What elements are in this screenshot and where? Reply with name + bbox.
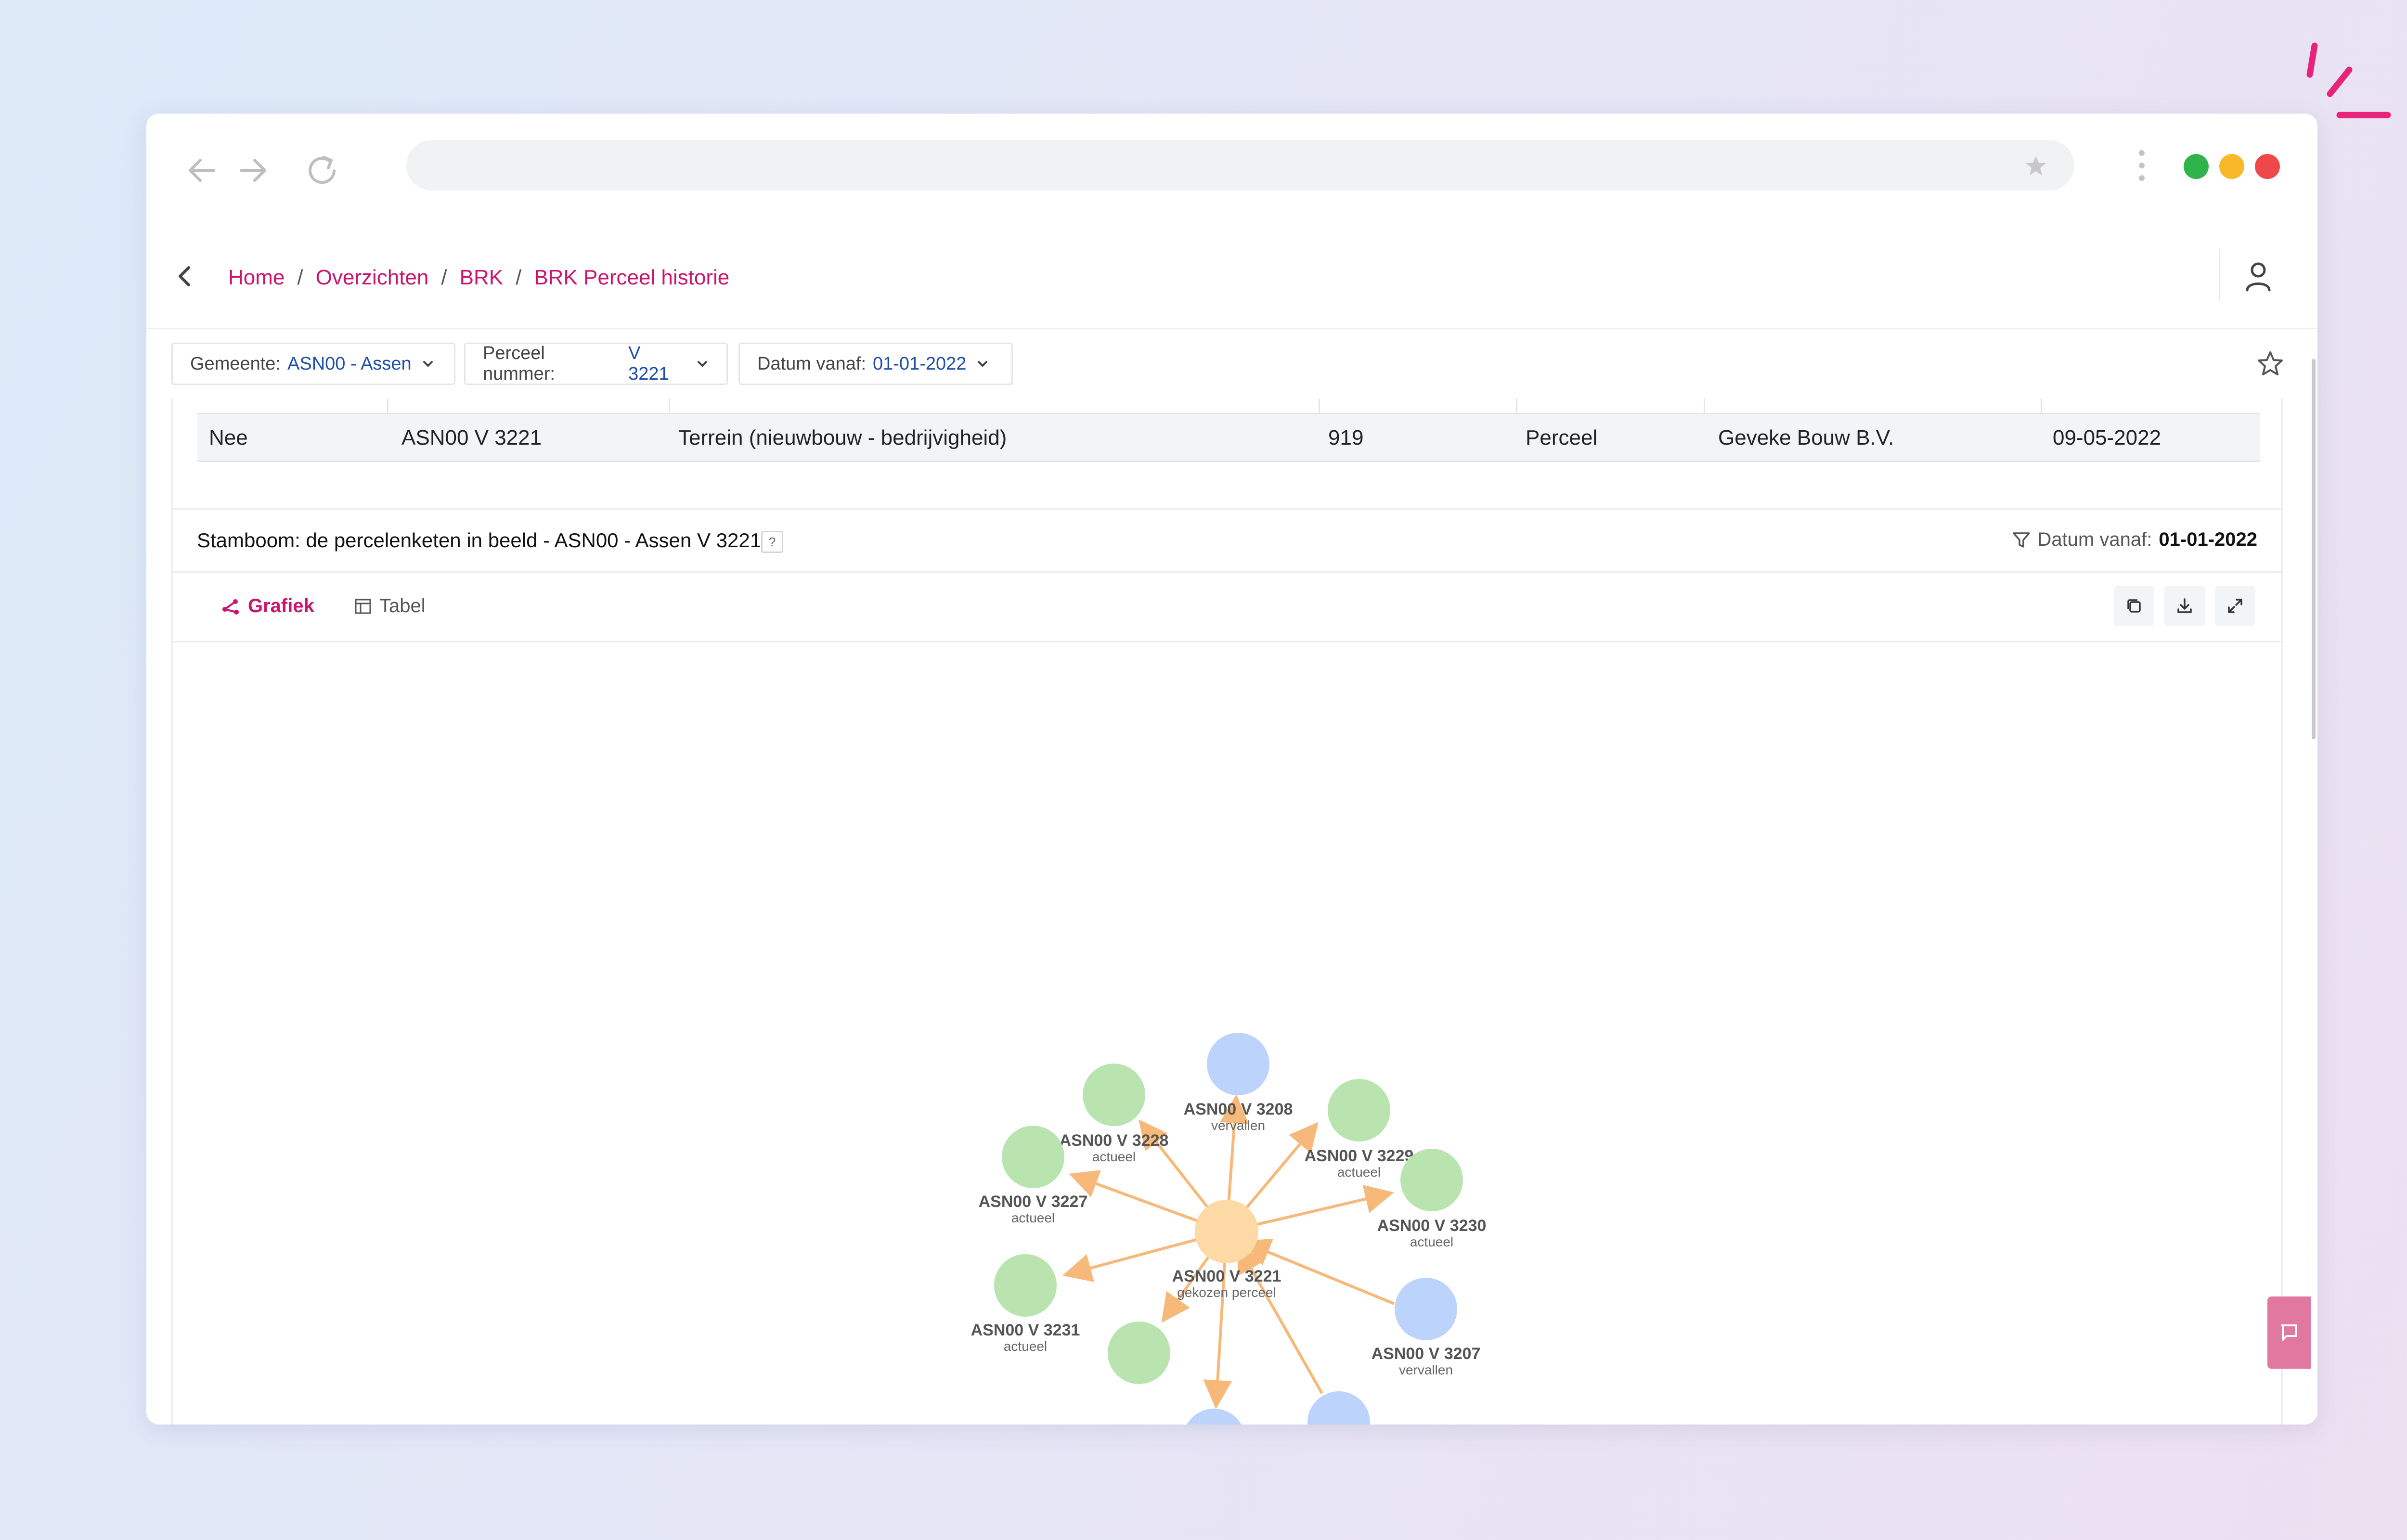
funnel-icon (2012, 532, 2030, 548)
tab-label: Tabel (379, 595, 426, 616)
stamboom-card: Stamboom: de percelenketen in beeld - AS… (171, 508, 2283, 1424)
help-button[interactable]: ? (761, 531, 783, 553)
node-name: ASN00 V 3207 (1372, 1345, 1481, 1363)
arrow-right-icon (240, 159, 266, 182)
scrollbar[interactable] (2312, 359, 2316, 739)
browser-menu-button[interactable] (2132, 143, 2151, 192)
tab-label: Grafiek (248, 595, 314, 616)
filter-label: Gemeente: (190, 353, 281, 374)
node-name: ASN00 V 3230 (1377, 1217, 1487, 1235)
graph-node-3231[interactable]: ASN00 V 3231 actueel (971, 1254, 1080, 1354)
breadcrumb-separator: / (441, 266, 447, 289)
table-cell: Perceel (1526, 426, 1598, 449)
favorite-star-icon[interactable] (2256, 349, 2285, 378)
expand-icon (2228, 599, 2242, 613)
node-status: vervallen (1399, 1362, 1453, 1377)
graph-node-partial[interactable] (1108, 1322, 1370, 1424)
filter-perceel-nummer[interactable]: Perceel nummer: V 3221 (464, 343, 728, 385)
table-row[interactable]: Nee ASN00 V 3221 Terrein (nieuwbouw - be… (197, 413, 2260, 462)
chat-icon (2281, 1324, 2297, 1341)
copy-icon (2127, 599, 2141, 613)
browser-window: Home / Overzichten / BRK / BRK Perceel h… (146, 114, 2317, 1424)
node-status: actueel (1011, 1210, 1055, 1225)
chat-button[interactable] (2267, 1296, 2311, 1369)
breadcrumb-separator: / (297, 266, 303, 289)
table-cell: 919 (1328, 426, 1364, 449)
chevron-left-icon[interactable] (170, 262, 199, 291)
filter-value: 01-01-2022 (873, 353, 967, 374)
forward-button[interactable] (229, 146, 277, 194)
breadcrumb-brk[interactable]: BRK (460, 266, 503, 290)
graph-node-3228[interactable]: ASN00 V 3228 actueel (1060, 1064, 1169, 1164)
table-cell: Nee (209, 426, 248, 449)
stamboom-graph: ASN00 V 3208 vervallen ASN00 V 3229 actu… (971, 1033, 1487, 1424)
sparkle-decoration-icon (2306, 42, 2391, 118)
window-dot-yellow[interactable] (2219, 154, 2244, 179)
filter-value: V 3221 (628, 343, 669, 384)
browser-toolbar (146, 114, 2317, 215)
node-name: ASN00 V 3208 (1184, 1100, 1293, 1118)
filter-value: ASN00 - Assen (287, 353, 412, 374)
filter-datum-vanaf[interactable]: Datum vanaf: 01-01-2022 (738, 343, 1013, 385)
download-button[interactable] (2164, 586, 2205, 626)
breadcrumb-overzichten[interactable]: Overzichten (316, 266, 429, 290)
filter-gemeente[interactable]: Gemeente: ASN00 - Assen (171, 343, 455, 385)
breadcrumb: Home / Overzichten / BRK / BRK Perceel h… (228, 266, 729, 290)
node-status: vervallen (1211, 1118, 1265, 1133)
node-name: ASN00 V 3231 (971, 1321, 1080, 1339)
stamboom-filter-info: Datum vanaf: 01-01-2022 (2012, 529, 2257, 551)
filter-label: Datum vanaf: (2037, 529, 2152, 550)
graph-node-3208[interactable]: ASN00 V 3208 vervallen (1184, 1033, 1293, 1133)
node-status: actueel (1092, 1149, 1136, 1164)
breadcrumb-home[interactable]: Home (228, 266, 285, 290)
table-cell: ASN00 V 3221 (401, 426, 542, 449)
filter-bar: Gemeente: ASN00 - Assen Perceel nummer: … (146, 329, 2317, 397)
chevron-down-icon (698, 361, 708, 367)
back-button[interactable] (178, 146, 226, 194)
node-status: gekozen perceel (1177, 1285, 1276, 1300)
node-name: ASN00 V 3227 (979, 1193, 1088, 1211)
expand-button[interactable] (2215, 586, 2255, 626)
view-tabs: Grafiek Tabel (173, 571, 2281, 642)
arrow-left-icon (189, 159, 215, 182)
graph-icon (222, 599, 239, 615)
filter-value: 01-01-2022 (2159, 529, 2257, 550)
node-name: ASN00 V 3221 (1172, 1267, 1281, 1285)
download-icon (2177, 598, 2192, 613)
graph-node-3229[interactable]: ASN00 V 3229 actueel (1305, 1079, 1414, 1180)
node-status: actueel (1410, 1234, 1453, 1249)
tab-tabel[interactable]: Tabel (353, 595, 426, 617)
table-cell: Geveke Bouw B.V. (1718, 426, 1894, 449)
user-icon[interactable] (2241, 259, 2275, 293)
chevron-down-icon (978, 361, 988, 367)
reload-icon (309, 156, 336, 184)
node-status: actueel (1337, 1165, 1381, 1180)
filter-label: Perceel nummer: (483, 343, 555, 384)
copy-button[interactable] (2114, 586, 2154, 626)
node-name: ASN00 V 3229 (1305, 1147, 1414, 1165)
table-cell: 09-05-2022 (2053, 426, 2161, 449)
star-icon[interactable] (2024, 154, 2048, 178)
header-divider (2219, 248, 2220, 301)
chevron-down-icon (423, 361, 433, 367)
node-status: actueel (1004, 1339, 1047, 1354)
address-bar[interactable] (406, 140, 2074, 191)
reload-button[interactable] (298, 146, 346, 194)
tab-grafiek[interactable]: Grafiek (220, 595, 314, 617)
window-dot-red[interactable] (2255, 154, 2280, 179)
stamboom-title: Stamboom: de percelenketen in beeld - AS… (197, 529, 762, 552)
window-dot-green[interactable] (2184, 154, 2209, 179)
stamboom-header: Stamboom: de percelenketen in beeld - AS… (173, 510, 2281, 573)
app-header: Home / Overzichten / BRK / BRK Perceel h… (146, 215, 2317, 329)
graph-node-3207[interactable]: ASN00 V 3207 vervallen (1372, 1278, 1481, 1377)
table-icon (355, 599, 371, 614)
filter-label: Datum vanaf: (757, 353, 866, 374)
breadcrumb-separator: / (516, 266, 522, 289)
breadcrumb-current[interactable]: BRK Perceel historie (534, 266, 729, 290)
table-cell: Terrein (nieuwbouw - bedrijvigheid) (678, 426, 1007, 449)
node-name: ASN00 V 3228 (1060, 1131, 1169, 1150)
